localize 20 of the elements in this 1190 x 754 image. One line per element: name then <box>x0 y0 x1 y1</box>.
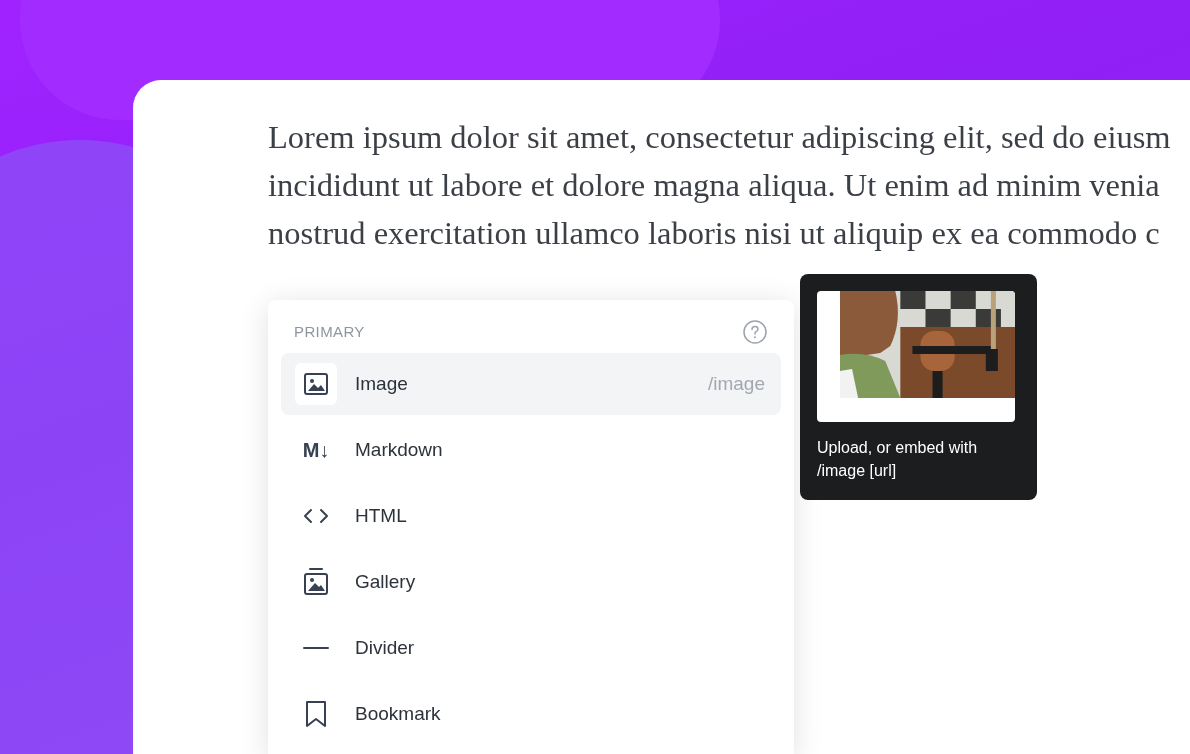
item-label: Image <box>355 371 408 396</box>
item-label: HTML <box>355 503 407 528</box>
section-heading: PRIMARY <box>294 321 365 342</box>
paragraph-line: nostrud exercitation ullamco laboris nisi ut aliquip ex ea commodo c <box>268 214 1161 253</box>
gallery-icon <box>302 567 330 597</box>
code-icon <box>303 506 329 526</box>
tooltip-caption: Upload, or embed with /image [url] <box>817 438 979 481</box>
bookmark-icon <box>303 700 329 728</box>
item-label: Gallery <box>355 569 416 594</box>
item-label: Markdown <box>355 437 443 462</box>
paragraph-line: incididunt ut labore et dolore magna aliqua. Ut enim ad minim venia <box>268 166 1161 205</box>
divider-icon <box>302 646 330 650</box>
markdown-icon: M↓ <box>302 435 330 465</box>
shortcut-hint: /image <box>707 371 765 396</box>
image-icon <box>302 370 330 398</box>
paragraph-line: Lorem ipsum dolor sit amet, consectetur adipiscing elit, sed do eiusm <box>268 118 1172 157</box>
item-label: Divider <box>355 635 415 660</box>
menu-item[interactable]: Image /image <box>281 353 781 415</box>
help-icon[interactable] <box>743 320 767 344</box>
item-label: Bookmark <box>355 701 441 726</box>
